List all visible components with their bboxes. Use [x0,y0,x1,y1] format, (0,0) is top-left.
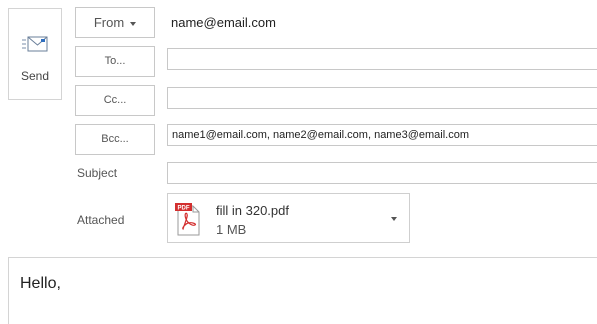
bcc-field[interactable] [167,124,597,146]
subject-field[interactable] [167,162,597,184]
from-address: name@email.com [171,15,276,30]
cc-field[interactable] [167,87,597,109]
chevron-down-icon [130,21,137,26]
to-field[interactable] [167,48,597,70]
chevron-down-icon[interactable] [391,217,397,221]
attached-label: Attached [77,213,125,227]
message-body[interactable]: Hello, [8,257,597,324]
message-body-text: Hello, [20,275,61,292]
send-button[interactable]: Send [8,8,62,100]
compose-window: Send From name@email.com To... Cc... Bcc… [0,0,597,324]
to-button[interactable]: To... [75,46,155,77]
cc-button[interactable]: Cc... [75,85,155,116]
send-envelope-icon [22,36,48,52]
pdf-badge-text: PDF [178,206,190,212]
attachment-file-name: fill in 320.pdf [216,203,289,218]
send-label: Send [20,69,50,83]
bcc-button[interactable]: Bcc... [75,124,155,155]
attachment-file-size: 1 MB [216,222,247,237]
attachment-item[interactable]: PDF fill in 320.pdf 1 MB [167,193,410,243]
pdf-file-icon: PDF [175,203,200,236]
subject-label: Subject [77,166,118,180]
from-button-label: From [93,15,125,30]
from-button[interactable]: From [75,7,155,38]
